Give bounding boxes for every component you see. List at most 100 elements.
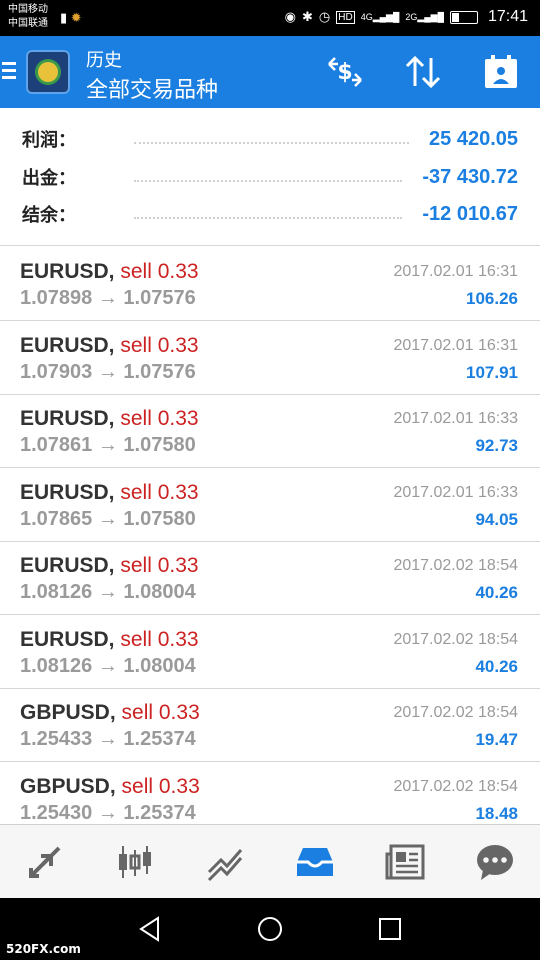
trade-row[interactable]: GBPUSD, sell 0.33 1.25430 → 1.25374 2017… bbox=[0, 763, 540, 824]
trade-profit: 40.26 bbox=[475, 583, 518, 602]
carrier-info: 中国移动 中国联通 bbox=[8, 3, 48, 31]
network-type-2: 2G bbox=[405, 11, 418, 22]
symbol-filter[interactable]: 全部交易品种 bbox=[86, 72, 218, 104]
summary-label: 出金： bbox=[22, 168, 76, 188]
arrow-icon: → bbox=[97, 655, 118, 677]
sort-button[interactable] bbox=[384, 36, 462, 108]
open-price: 1.08126 bbox=[20, 655, 93, 677]
trade-time: 2017.02.02 18:54 bbox=[393, 631, 518, 648]
tab-chart[interactable] bbox=[90, 825, 180, 898]
trade-row[interactable]: EURUSD, sell 0.33 1.07903 → 1.07576 2017… bbox=[0, 322, 540, 395]
trade-row[interactable]: EURUSD, sell 0.33 1.08126 → 1.08004 2017… bbox=[0, 542, 540, 615]
arrow-icon: → bbox=[97, 361, 118, 383]
hotspot-icon: ◉ bbox=[284, 9, 296, 24]
trade-row[interactable]: EURUSD, sell 0.33 1.07898 → 1.07576 2017… bbox=[0, 248, 540, 321]
trade-symbol: EURUSD, sell 0.33 bbox=[20, 481, 199, 505]
signal-icon-2: 2G▂▄▆█ bbox=[405, 11, 444, 22]
dotted-leader bbox=[134, 142, 410, 144]
trade-symbol: EURUSD, sell 0.33 bbox=[20, 554, 199, 578]
page-title: 历史 bbox=[86, 50, 122, 70]
network-type-1: 4G bbox=[360, 11, 373, 22]
trade-row[interactable]: EURUSD, sell 0.33 1.07865 → 1.07580 2017… bbox=[0, 469, 540, 542]
nav-home-button[interactable] bbox=[253, 912, 287, 946]
symbol-name: EURUSD, bbox=[20, 407, 115, 430]
status-left-icons: ▮ ✹ bbox=[60, 10, 82, 26]
tab-history[interactable] bbox=[270, 825, 360, 898]
trade-profit: 107.91 bbox=[466, 363, 518, 382]
status-bar: 中国移动 中国联通 ▮ ✹ ◉ ✱ ◷ HD 4G▂▄▆█ 2G▂▄▆█ 17:… bbox=[0, 0, 540, 36]
trade-side: sell 0.33 bbox=[120, 481, 199, 504]
tab-messages[interactable] bbox=[450, 825, 540, 898]
menu-icon[interactable] bbox=[2, 62, 16, 83]
trade-time: 2017.02.01 16:31 bbox=[393, 263, 518, 280]
nav-back-button[interactable] bbox=[133, 912, 167, 946]
tab-trade[interactable] bbox=[180, 825, 270, 898]
trade-symbol: EURUSD, sell 0.33 bbox=[20, 628, 199, 652]
quotes-icon bbox=[29, 846, 61, 878]
status-clock: 17:41 bbox=[487, 8, 528, 25]
dotted-leader bbox=[134, 180, 403, 182]
trade-prices: 1.07903 → 1.07576 bbox=[20, 361, 196, 384]
back-icon bbox=[139, 916, 159, 942]
trade-prices: 1.07861 → 1.07580 bbox=[20, 434, 196, 457]
summary-value: 25 420.05 bbox=[429, 127, 518, 150]
history-icon bbox=[297, 847, 333, 876]
bottom-tab-bar bbox=[0, 824, 540, 898]
trade-side: sell 0.33 bbox=[121, 701, 200, 724]
nav-recents-button[interactable] bbox=[373, 912, 407, 946]
trade-time: 2017.02.01 16:33 bbox=[393, 484, 518, 501]
open-price: 1.25433 bbox=[20, 728, 93, 750]
tab-news[interactable] bbox=[360, 825, 450, 898]
trade-prices: 1.08126 → 1.08004 bbox=[20, 655, 196, 678]
symbol-name: EURUSD, bbox=[20, 628, 115, 651]
arrow-icon: → bbox=[97, 508, 118, 530]
trade-time: 2017.02.02 18:54 bbox=[393, 778, 518, 795]
chart-icon bbox=[119, 845, 151, 878]
messages-icon bbox=[477, 844, 513, 880]
trade-prices: 1.08126 → 1.08004 bbox=[20, 581, 196, 604]
close-price: 1.25374 bbox=[123, 728, 196, 750]
system-nav-bar: 520FX.com bbox=[0, 898, 540, 960]
trade-prices: 1.07865 → 1.07580 bbox=[20, 508, 196, 531]
trade-time: 2017.02.02 18:54 bbox=[393, 704, 518, 721]
status-right: ◉ ✱ ◷ HD 4G▂▄▆█ 2G▂▄▆█ 17:41 bbox=[285, 8, 528, 26]
open-price: 1.25430 bbox=[20, 802, 93, 824]
trade-symbol: GBPUSD, sell 0.33 bbox=[20, 775, 200, 799]
tab-quotes[interactable] bbox=[0, 825, 90, 898]
symbol-name: GBPUSD, bbox=[20, 701, 116, 724]
trade-row[interactable]: EURUSD, sell 0.33 1.08126 → 1.08004 2017… bbox=[0, 616, 540, 689]
open-price: 1.07861 bbox=[20, 434, 93, 456]
arrow-icon: → bbox=[97, 287, 118, 309]
close-price: 1.07576 bbox=[123, 287, 196, 309]
arrow-icon: → bbox=[97, 434, 118, 456]
trade-time: 2017.02.01 16:33 bbox=[393, 410, 518, 427]
trade-side: sell 0.33 bbox=[120, 260, 199, 283]
recents-icon bbox=[379, 918, 401, 940]
trade-icon bbox=[207, 848, 243, 881]
symbol-name: EURUSD, bbox=[20, 554, 115, 577]
dotted-leader bbox=[134, 217, 403, 219]
deposit-withdraw-button[interactable]: $ bbox=[306, 36, 384, 108]
trade-history-list[interactable]: EURUSD, sell 0.33 1.07898 → 1.07576 2017… bbox=[0, 248, 540, 824]
close-price: 1.08004 bbox=[123, 581, 196, 603]
close-price: 1.25374 bbox=[123, 802, 196, 824]
alarm-icon: ◷ bbox=[318, 9, 331, 24]
trade-row[interactable]: GBPUSD, sell 0.33 1.25433 → 1.25374 2017… bbox=[0, 689, 540, 762]
trade-side: sell 0.33 bbox=[120, 334, 199, 357]
sort-icon bbox=[405, 55, 441, 89]
app-logo[interactable] bbox=[26, 50, 70, 94]
trade-profit: 106.26 bbox=[466, 289, 518, 308]
open-price: 1.07903 bbox=[20, 361, 93, 383]
symbol-name: EURUSD, bbox=[20, 334, 115, 357]
calendar-button[interactable] bbox=[462, 36, 540, 108]
summary-label: 利润： bbox=[22, 130, 76, 150]
battery-icon bbox=[449, 10, 478, 24]
trade-profit: 40.26 bbox=[475, 657, 518, 676]
trade-side: sell 0.33 bbox=[120, 628, 199, 651]
trade-prices: 1.25430 → 1.25374 bbox=[20, 802, 196, 824]
trade-row[interactable]: EURUSD, sell 0.33 1.07861 → 1.07580 2017… bbox=[0, 395, 540, 468]
trade-side: sell 0.33 bbox=[121, 775, 200, 798]
symbol-name: GBPUSD, bbox=[20, 775, 116, 798]
trade-profit: 94.05 bbox=[475, 510, 518, 529]
open-price: 1.07898 bbox=[20, 287, 93, 309]
